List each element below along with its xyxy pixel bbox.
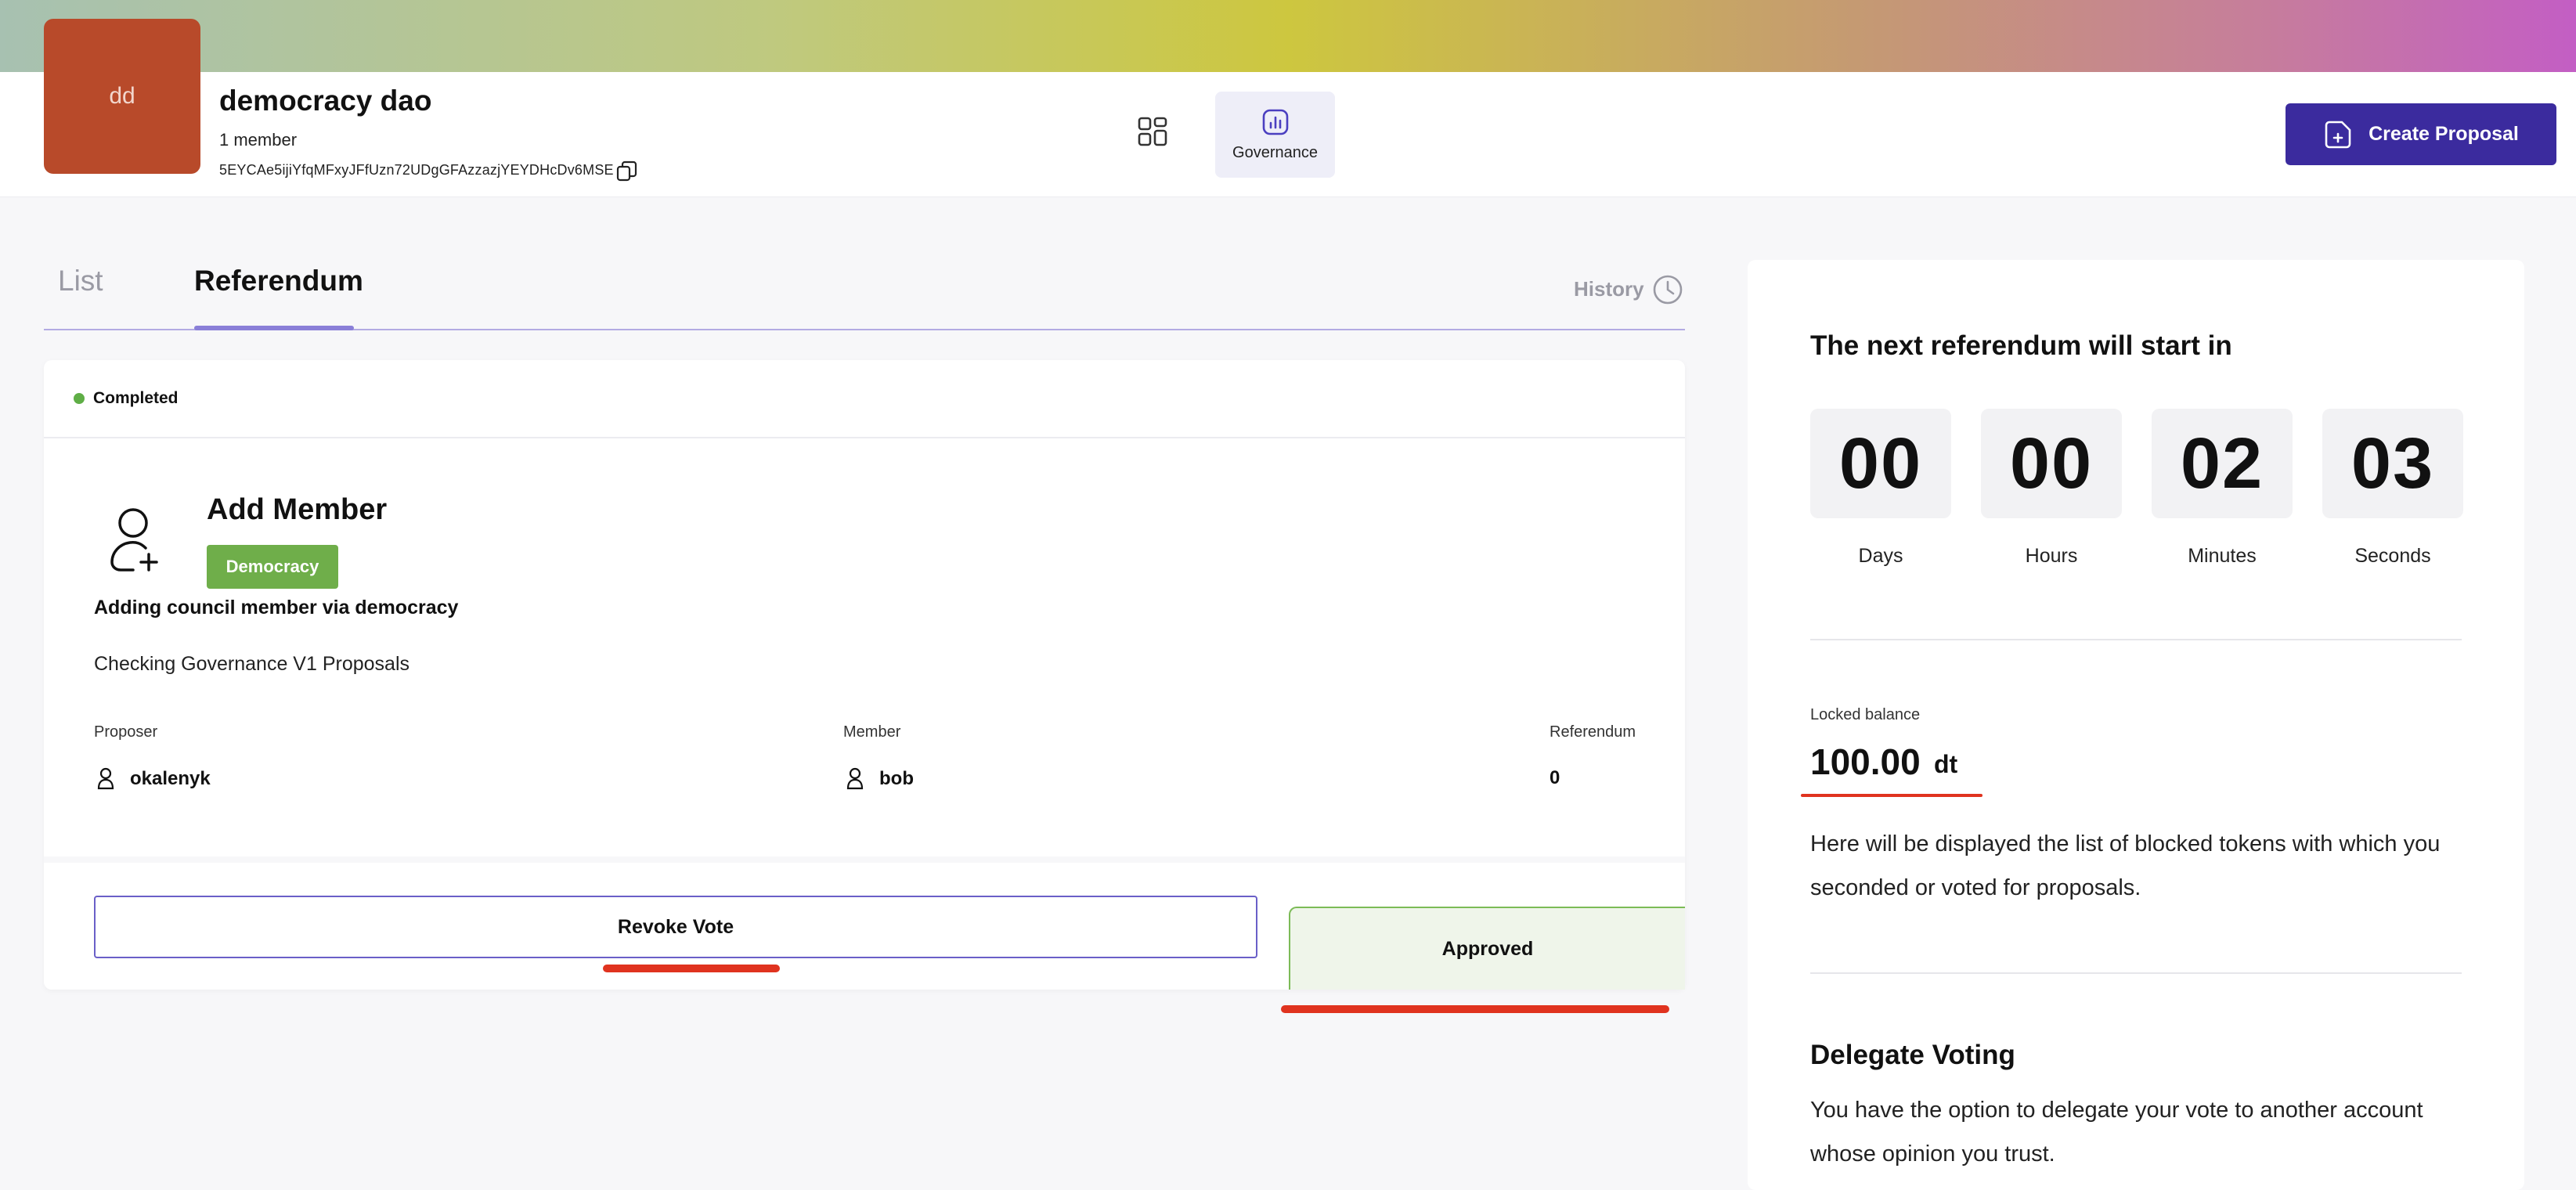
divider (1810, 639, 2462, 640)
divider (1810, 972, 2462, 974)
annotation-underline (1801, 794, 1983, 797)
create-proposal-label: Create Proposal (2369, 123, 2519, 145)
dao-member-count: 1 member (219, 130, 298, 150)
referendum-sidebar: The next referendum will start in 00 00 … (1748, 260, 2524, 1190)
delegate-voting-title: Delegate Voting (1810, 1040, 2015, 1070)
status-badge: Completed (93, 389, 179, 407)
locked-balance-value: 100.00 (1810, 741, 1921, 782)
active-tab-indicator (194, 326, 354, 330)
countdown-hours-label: Hours (2025, 545, 2078, 567)
proposal-title: Add Member (207, 493, 388, 526)
referendum-label: Referendum (1550, 723, 1636, 741)
proposal-description: Checking Governance V1 Proposals (94, 653, 410, 675)
countdown-minutes: 02 (2152, 409, 2293, 518)
header-banner (0, 0, 2576, 72)
document-plus-icon (2325, 121, 2351, 148)
countdown-title: The next referendum will start in (1810, 330, 2232, 361)
governance-nav-button[interactable]: Governance (1215, 92, 1335, 178)
history-link[interactable]: History (1574, 277, 1644, 301)
create-proposal-button[interactable]: Create Proposal (2286, 103, 2556, 165)
status-dot (74, 393, 85, 404)
locked-balance-unit: dt (1934, 750, 1958, 778)
user-icon (846, 767, 864, 790)
proposer-value: okalenyk (97, 767, 211, 791)
dashboard-nav-button[interactable] (1127, 106, 1178, 157)
locked-balance-label: Locked balance (1810, 706, 1921, 723)
countdown-days: 00 (1810, 409, 1951, 518)
delegate-voting-description: You have the option to delegate your vot… (1810, 1098, 2423, 1167)
member-value: bob (846, 767, 914, 791)
proposal-subtitle: Adding council member via democracy (94, 597, 459, 618)
countdown-seconds: 03 (2322, 409, 2463, 518)
proposal-type-badge: Democracy (207, 545, 338, 589)
proposer-label: Proposer (94, 723, 158, 741)
countdown-days-label: Days (1858, 545, 1903, 567)
governance-label: Governance (1232, 143, 1318, 161)
locked-balance-description: Here will be displayed the list of block… (1810, 831, 2441, 900)
revoke-vote-button[interactable]: Revoke Vote (94, 896, 1257, 958)
dao-name: democracy dao (219, 85, 432, 117)
clock-icon[interactable] (1652, 274, 1683, 305)
member-name: bob (879, 768, 914, 789)
bar-chart-icon (1262, 109, 1288, 135)
dao-avatar: dd (44, 19, 200, 174)
countdown-seconds-label: Seconds (2354, 545, 2431, 567)
referendum-value: 0 (1550, 767, 1560, 788)
approved-status-button[interactable]: Approved (1289, 907, 1685, 990)
dao-address: 5EYCAe5ijiYfqMFxyJFfUzn72UDgGFAzzazjYEYD… (219, 162, 614, 178)
proposal-card: Completed Add Member Democracy Adding co… (44, 360, 1685, 990)
copy-icon[interactable] (615, 160, 639, 183)
member-label: Member (843, 723, 901, 741)
tab-referendum[interactable]: Referendum (194, 265, 363, 298)
grid-icon (1138, 117, 1167, 146)
card-status-bar: Completed (44, 360, 1685, 438)
card-divider (44, 856, 1685, 863)
countdown-hours: 00 (1981, 409, 2122, 518)
annotation-underline (1281, 1005, 1669, 1013)
proposer-name: okalenyk (130, 768, 211, 789)
user-add-icon (97, 499, 179, 581)
annotation-underline (603, 965, 780, 972)
countdown-minutes-label: Minutes (2188, 545, 2257, 567)
tab-list[interactable]: List (58, 265, 103, 298)
user-icon (97, 767, 114, 790)
